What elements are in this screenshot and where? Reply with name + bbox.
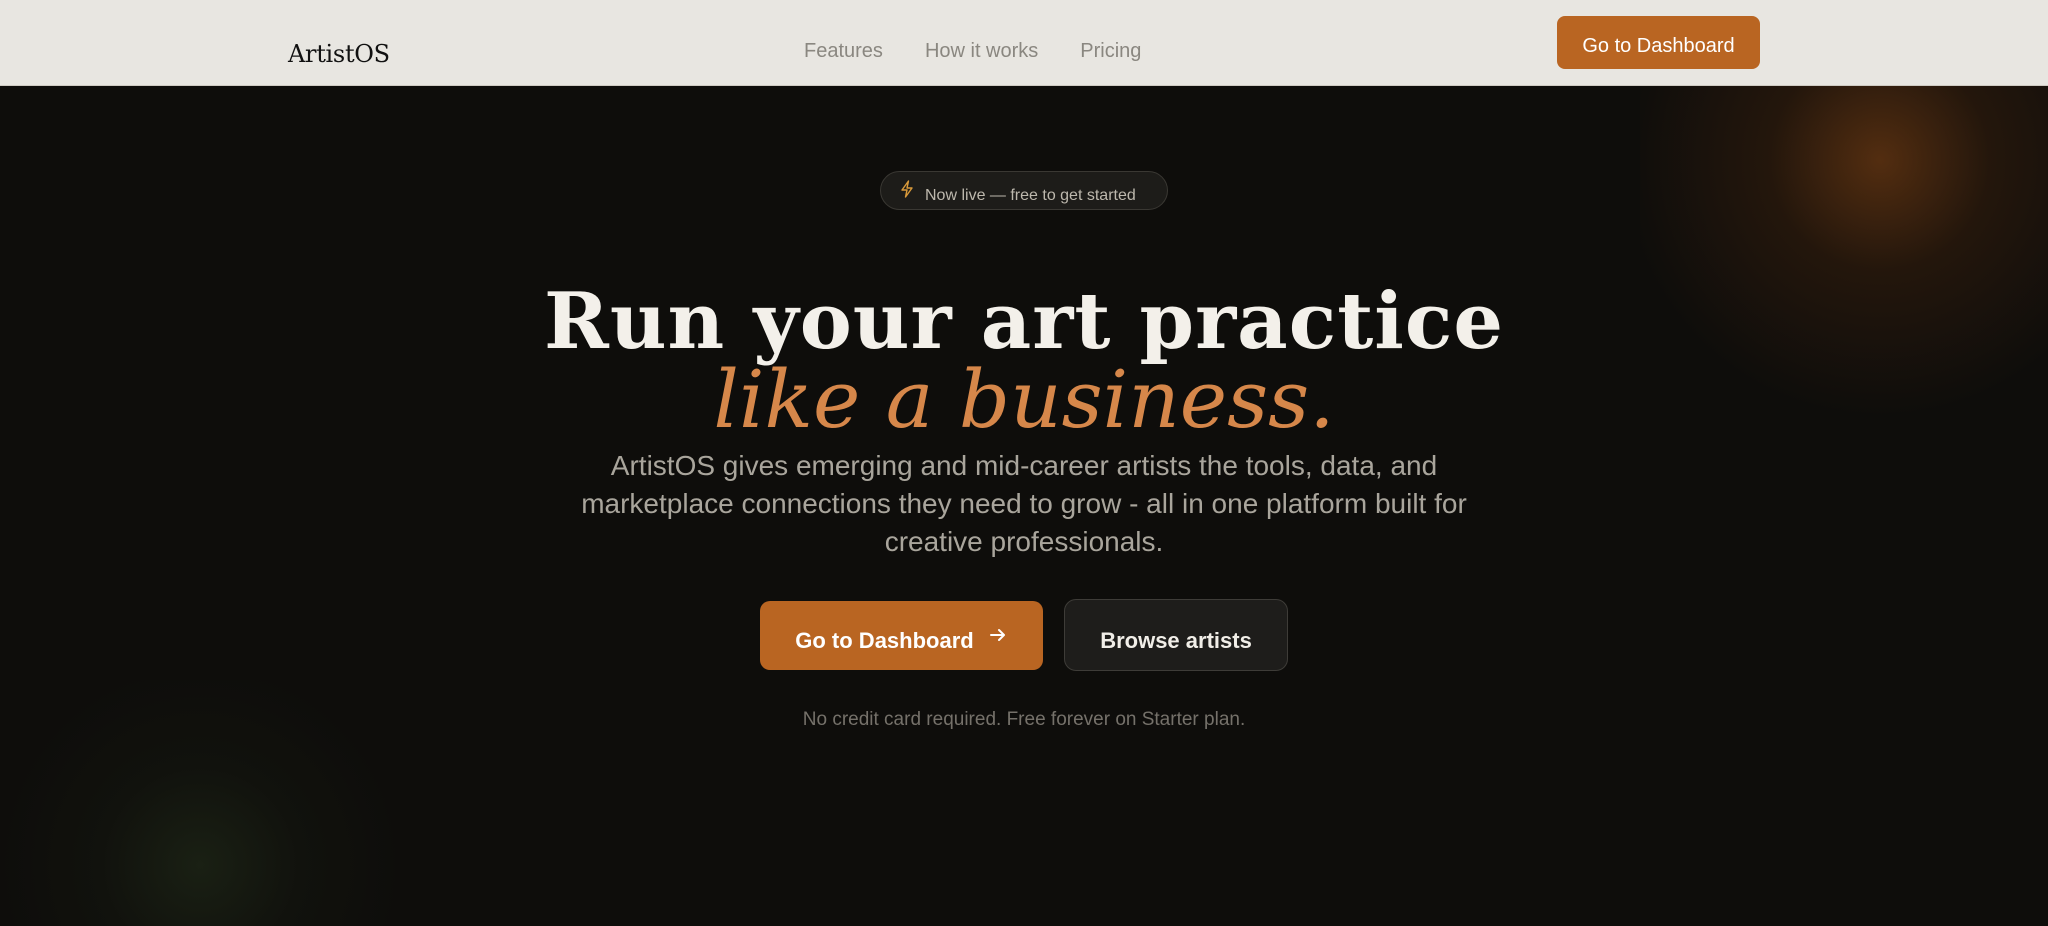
nav-link-how-it-works[interactable]: How it works: [925, 40, 1038, 63]
hero-headline-accent: like a business.: [713, 353, 1335, 446]
nav-link-pricing[interactable]: Pricing: [1080, 40, 1141, 63]
browse-artists-button[interactable]: Browse artists: [1064, 599, 1288, 671]
fine-print: No credit card required. Free forever on…: [802, 709, 1246, 730]
browse-artists-label: Browse artists: [1100, 628, 1252, 653]
logo[interactable]: ArtistOS: [288, 40, 390, 68]
go-to-dashboard-button[interactable]: Go to Dashboard: [760, 601, 1043, 670]
nav-links: Features How it works Pricing: [804, 40, 1141, 63]
lightning-icon: [899, 179, 915, 198]
announcement-badge: Now live — free to get started: [880, 171, 1168, 210]
badge-text: Now live — free to get started: [925, 186, 1136, 204]
go-to-dashboard-label: Go to Dashboard: [795, 627, 974, 653]
arrow-right-icon: [988, 628, 1008, 645]
hero-subtitle: ArtistOS gives emerging and mid-career a…: [581, 450, 1467, 557]
navbar: ArtistOS Features How it works Pricing G…: [0, 0, 2048, 86]
nav-link-features[interactable]: Features: [804, 40, 883, 63]
nav-dashboard-button[interactable]: Go to Dashboard: [1557, 16, 1760, 69]
